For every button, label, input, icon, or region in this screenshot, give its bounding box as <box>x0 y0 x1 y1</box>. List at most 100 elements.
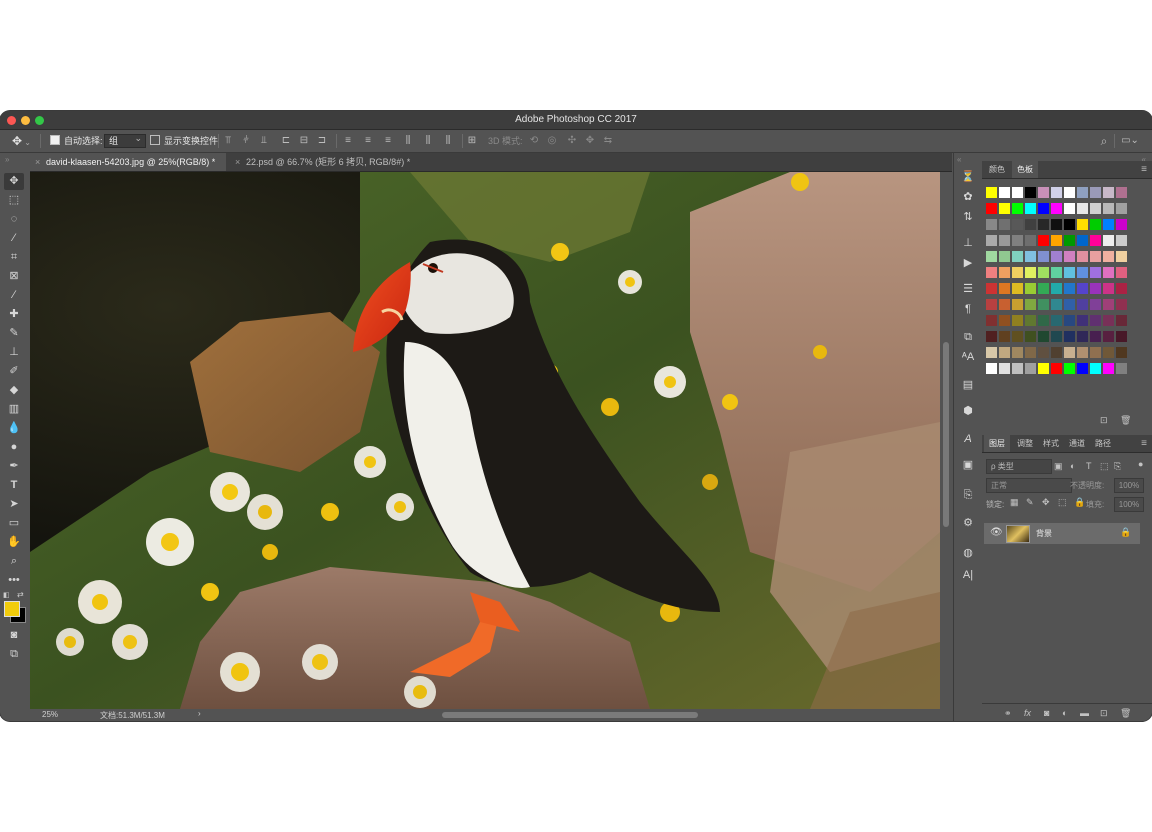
character-panel-icon[interactable]: ᴬA <box>960 349 976 365</box>
color-swatch[interactable] <box>1090 267 1101 278</box>
zoom-tool-icon[interactable]: ⌕ <box>4 553 24 570</box>
color-swatch[interactable] <box>999 251 1010 262</box>
color-swatch[interactable] <box>1064 363 1075 374</box>
distribute-top-icon[interactable]: ≡ <box>342 135 354 147</box>
move-tool-icon[interactable]: ✥ <box>4 173 24 190</box>
3d-orbit-icon[interactable]: ⟲ <box>528 135 540 147</box>
3d-roll-icon[interactable]: ◎ <box>546 135 558 147</box>
color-swatch[interactable] <box>1038 235 1049 246</box>
color-swatch[interactable] <box>1077 299 1088 310</box>
color-swatch[interactable] <box>1012 267 1023 278</box>
color-swatch[interactable] <box>1025 331 1036 342</box>
layer-name[interactable]: 背景 <box>1036 528 1052 539</box>
distribute-right-icon[interactable]: ⫼ <box>442 135 454 147</box>
filter-smart-icon[interactable]: ⎘ <box>1114 461 1121 472</box>
path-select-icon[interactable]: ➤ <box>4 496 24 513</box>
color-swatch[interactable] <box>986 203 997 214</box>
color-swatch[interactable] <box>1038 283 1049 294</box>
color-swatch[interactable] <box>1012 347 1023 358</box>
color-swatch[interactable] <box>1116 299 1127 310</box>
3d-scale-icon[interactable]: ⇆ <box>602 135 614 147</box>
color-swatch[interactable] <box>1051 203 1062 214</box>
color-swatch[interactable] <box>1077 315 1088 326</box>
color-swatch[interactable] <box>1012 219 1023 230</box>
gradient-tool-icon[interactable]: ▥ <box>4 401 24 418</box>
color-swatch[interactable] <box>1051 251 1062 262</box>
color-swatch[interactable] <box>1077 363 1088 374</box>
color-swatch[interactable] <box>1103 283 1114 294</box>
filter-toggle-icon[interactable]: ● <box>1138 459 1143 469</box>
add-mask-icon[interactable]: ◙ <box>1044 708 1049 718</box>
lock-paint-icon[interactable]: ✎ <box>1026 497 1034 508</box>
color-swatch[interactable] <box>1025 267 1036 278</box>
color-swatch[interactable] <box>1077 235 1088 246</box>
color-swatch[interactable] <box>1064 235 1075 246</box>
paragraph-panel-icon[interactable]: ¶ <box>960 301 976 317</box>
collapse-dock-icon[interactable]: « <box>957 155 961 164</box>
color-swatch[interactable] <box>1051 219 1062 230</box>
color-swatch[interactable] <box>1064 315 1075 326</box>
color-swatch[interactable] <box>1025 299 1036 310</box>
artboard-panel-icon[interactable]: ▣ <box>960 457 976 473</box>
color-swatch[interactable] <box>1051 187 1062 198</box>
color-swatch[interactable] <box>1103 267 1114 278</box>
color-swatch[interactable] <box>1116 219 1127 230</box>
color-swatch[interactable] <box>1012 251 1023 262</box>
color-swatch[interactable] <box>1103 187 1114 198</box>
color-swatch[interactable] <box>1116 187 1127 198</box>
color-swatch[interactable] <box>1025 347 1036 358</box>
align-vcenter-icon[interactable]: ⫩ <box>240 135 252 147</box>
color-swatch[interactable] <box>1116 267 1127 278</box>
filter-shape-icon[interactable]: ⬚ <box>1100 461 1109 472</box>
history-panel-icon[interactable]: ⏳ <box>960 169 976 185</box>
tab-layers[interactable]: 图层 <box>984 435 1010 452</box>
color-swatch[interactable] <box>1090 363 1101 374</box>
color-swatch[interactable] <box>1116 315 1127 326</box>
color-swatch[interactable] <box>999 347 1010 358</box>
color-swatch[interactable] <box>999 267 1010 278</box>
align-bottom-icon[interactable]: ⫫ <box>258 135 270 147</box>
color-swatch[interactable] <box>1051 363 1062 374</box>
color-swatch[interactable] <box>1077 283 1088 294</box>
color-swatch[interactable] <box>1090 251 1101 262</box>
color-swatch[interactable] <box>1051 331 1062 342</box>
color-swatch[interactable] <box>1116 251 1127 262</box>
show-transform-control[interactable]: 显示变换控件 <box>150 134 218 148</box>
color-swatch[interactable] <box>1103 315 1114 326</box>
color-swatch[interactable] <box>1025 203 1036 214</box>
color-swatch[interactable] <box>999 187 1010 198</box>
library-panel-icon[interactable]: ⎘ <box>960 487 976 503</box>
color-swatch[interactable] <box>1090 331 1101 342</box>
rectangle-tool-icon[interactable]: ▭ <box>4 515 24 532</box>
character-styles-icon[interactable]: ⧉ <box>960 329 976 345</box>
color-swatch[interactable] <box>1103 235 1114 246</box>
crop-tool-icon[interactable]: ⌗ <box>4 249 24 266</box>
color-swatch[interactable] <box>1064 187 1075 198</box>
quick-select-tool-icon[interactable]: ⁄ <box>4 230 24 247</box>
distribute-vcenter-icon[interactable]: ≡ <box>362 135 374 147</box>
color-swatch[interactable] <box>1025 363 1036 374</box>
delete-swatch-icon[interactable]: 🗑 <box>1120 415 1131 426</box>
auto-select-checkbox[interactable] <box>50 135 60 145</box>
color-swatch[interactable] <box>1025 219 1036 230</box>
color-swatch[interactable] <box>1064 267 1075 278</box>
color-swatch[interactable] <box>1064 219 1075 230</box>
new-adjustment-icon[interactable]: ◐ <box>1062 708 1067 718</box>
color-swatch[interactable] <box>1038 299 1049 310</box>
history-brush-icon[interactable]: ✐ <box>4 363 24 380</box>
auto-select-value[interactable]: 组 <box>104 132 146 148</box>
color-swatch[interactable] <box>999 219 1010 230</box>
clone-stamp-icon[interactable]: ⊥ <box>4 344 24 361</box>
color-swatch[interactable] <box>1025 315 1036 326</box>
move-tool-icon[interactable]: ✥ ⌄ <box>12 134 31 148</box>
color-swatch[interactable] <box>1103 363 1114 374</box>
color-swatch[interactable] <box>986 299 997 310</box>
auto-select-dropdown[interactable]: 组 <box>104 132 146 148</box>
color-swatch[interactable] <box>1090 347 1101 358</box>
clone-source-icon[interactable]: ⊥ <box>960 235 976 251</box>
eraser-tool-icon[interactable]: ◆ <box>4 382 24 399</box>
zoom-level[interactable]: 25% <box>42 710 58 719</box>
search-icon[interactable]: ⌕ <box>1098 135 1110 147</box>
color-swatch[interactable] <box>1051 283 1062 294</box>
auto-select-control[interactable]: 自动选择: <box>50 134 103 148</box>
